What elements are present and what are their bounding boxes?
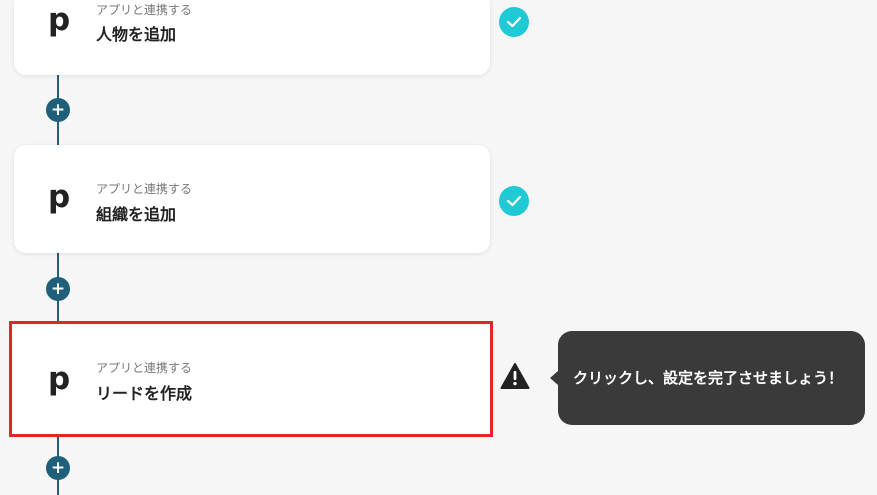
add-step-button[interactable]: + (46, 277, 70, 301)
step-subtitle: アプリと連携する (96, 361, 193, 375)
step-card-add-person[interactable]: p アプリと連携する 人物を追加 (14, 0, 490, 75)
step-subtitle: アプリと連携する (96, 182, 193, 196)
add-step-button[interactable]: + (46, 456, 70, 480)
step-card-create-lead[interactable]: p アプリと連携する リードを作成 (9, 321, 493, 437)
tooltip-text: クリックし、設定を完了させましょう！ (573, 369, 844, 387)
warning-icon (500, 362, 530, 390)
step-title: 組織を追加 (96, 205, 177, 224)
check-icon (499, 7, 529, 37)
step-card-add-organization[interactable]: p アプリと連携する 組織を追加 (14, 145, 490, 253)
plus-icon: + (50, 279, 66, 299)
pipedrive-app-icon: p (48, 361, 71, 397)
pipedrive-app-icon: p (48, 2, 71, 38)
tooltip-arrow (550, 371, 558, 385)
check-icon (499, 186, 529, 216)
plus-icon: + (50, 458, 66, 478)
add-step-button[interactable]: + (46, 98, 70, 122)
step-title: 人物を追加 (96, 25, 177, 44)
plus-icon: + (50, 100, 66, 120)
step-subtitle: アプリと連携する (96, 3, 193, 17)
step-title: リードを作成 (96, 384, 193, 403)
pipedrive-app-icon: p (48, 179, 71, 215)
setup-tooltip: クリックし、設定を完了させましょう！ (558, 331, 865, 425)
